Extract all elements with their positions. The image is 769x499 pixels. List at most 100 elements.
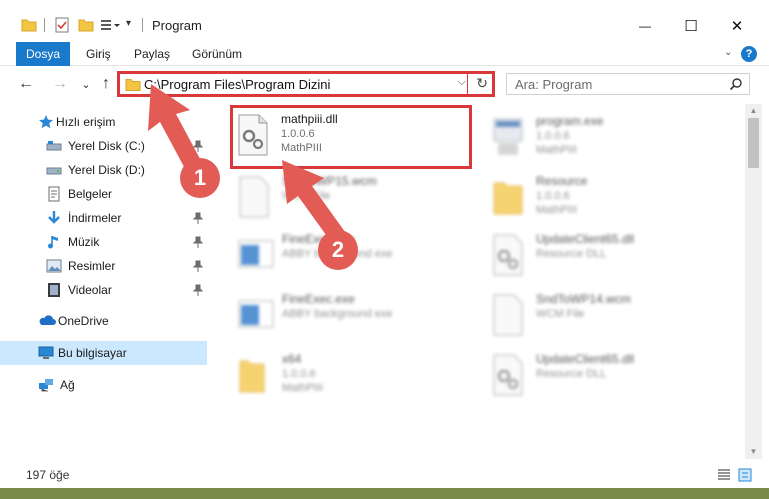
computer-icon — [38, 346, 54, 359]
search-box[interactable]: Ara: Program — [506, 73, 750, 95]
close-icon: ✕ — [730, 18, 744, 35]
sidebar-item-downloads[interactable]: İndirmeler — [0, 206, 207, 230]
sidebar-item-label: Yerel Disk (D:) — [68, 163, 145, 177]
file-type: WCM File — [536, 308, 585, 320]
pin-icon[interactable] — [193, 140, 203, 152]
dll-gear-icon — [493, 354, 523, 396]
sidebar-item-pictures[interactable]: Resimler — [0, 254, 207, 278]
sidebar-item-label: Videolar — [68, 283, 112, 297]
sidebar-item-music[interactable]: Müzik — [0, 230, 207, 254]
folder-icon — [21, 19, 37, 32]
file-tile-mathpiii-dll[interactable]: mathpiii.dll 1.0.0.6 MathPIII — [230, 105, 472, 169]
scroll-up-icon[interactable]: ▲ — [749, 106, 758, 116]
music-icon — [48, 236, 58, 249]
close-button[interactable]: ✕ — [714, 12, 760, 40]
pin-icon[interactable] — [193, 260, 203, 272]
vertical-scrollbar[interactable]: ▲ ▼ — [745, 104, 762, 459]
qa-dropdown-icon[interactable]: ▾ — [126, 18, 131, 29]
qa-separator — [44, 18, 45, 32]
file-tile-sndtowp15[interactable]: SndToWP15.wcm WCM File — [234, 170, 464, 228]
tab-share[interactable]: Paylaş — [124, 42, 180, 66]
videos-icon — [48, 283, 60, 297]
customize-toolbar-icon[interactable] — [100, 19, 120, 33]
up-button[interactable]: ↑ — [96, 74, 116, 94]
recent-locations-button[interactable]: ⌄ — [76, 74, 96, 94]
file-name: program.exe — [536, 114, 604, 128]
file-tile-updateclient65-2[interactable]: UpdateClient65.dll Resource DLL — [488, 348, 718, 406]
folder-tile-resource[interactable]: Resource 1.0.0.6 MathPIII — [488, 170, 718, 228]
scroll-down-icon[interactable]: ▼ — [749, 447, 758, 457]
address-dropdown-icon[interactable]: ⌵ — [458, 76, 466, 89]
file-name: FineExec.exe — [282, 292, 355, 306]
tab-view[interactable]: Görünüm — [182, 42, 252, 66]
sidebar-item-label: Ağ — [60, 378, 75, 392]
sidebar-item-label: Hızlı erişim — [56, 115, 116, 129]
sidebar-item-quick-access[interactable]: Hızlı erişim — [0, 110, 207, 134]
sidebar-item-local-disk-c[interactable]: Yerel Disk (C:) — [0, 134, 207, 158]
pin-icon[interactable] — [193, 236, 203, 248]
help-button[interactable]: ? — [741, 46, 757, 62]
file-tile-program-exe[interactable]: program.exe 1.0.0.6 MathPIII — [488, 110, 718, 168]
cloud-icon — [39, 315, 56, 325]
file-name: x64 — [282, 352, 302, 366]
refresh-icon[interactable]: ↻ — [476, 75, 488, 92]
file-icon — [493, 294, 523, 336]
ribbon-expand-icon[interactable]: ⌄ — [724, 47, 732, 58]
file-description: MathPIII — [281, 142, 322, 154]
download-icon — [48, 211, 60, 224]
file-icon — [239, 176, 269, 218]
properties-icon[interactable] — [54, 17, 70, 33]
folder-tile-x64[interactable]: x64 1.0.0.6 MathPIII — [234, 348, 464, 406]
file-list: mathpiii.dll 1.0.0.6 MathPIII program.ex… — [210, 104, 745, 459]
item-count: 197 öğe — [26, 468, 70, 482]
status-bar: 197 öğe — [0, 462, 769, 488]
sidebar-item-documents[interactable]: Belgeler — [0, 182, 207, 206]
scrollbar-thumb[interactable] — [748, 118, 759, 168]
documents-icon — [48, 186, 60, 202]
maximize-icon: ☐ — [684, 18, 698, 35]
file-version: 1.0.0.6 — [536, 130, 570, 142]
folder-icon — [493, 182, 523, 215]
network-icon — [39, 379, 53, 392]
address-bar[interactable]: C:\Program Files\Program Dizini ⌵ ↻ — [117, 71, 495, 97]
explorer-window: ▾ Program — ☐ ✕ Dosya Giriş Paylaş Görün… — [0, 0, 769, 499]
sidebar-item-label: Belgeler — [68, 187, 113, 201]
tab-file[interactable]: Dosya — [16, 42, 70, 66]
file-name: UpdateClient65.dll — [536, 232, 635, 246]
forward-button[interactable]: → — [50, 74, 70, 94]
file-tile-updateclient65-1[interactable]: UpdateClient65.dll Resource DLL — [488, 228, 718, 286]
forward-arrow-icon: → — [52, 75, 68, 92]
sidebar-item-onedrive[interactable]: OneDrive — [0, 309, 207, 333]
details-view-icon[interactable] — [717, 468, 731, 482]
file-tile-sndtowp14[interactable]: SndToWP14.wcm WCM File — [488, 288, 718, 346]
drive-icon — [46, 141, 62, 151]
file-version: 1.0.0.6 — [282, 368, 316, 380]
sidebar-item-videos[interactable]: Videolar — [0, 278, 207, 302]
navigation-pane: Hızlı erişim Yerel Disk (C:) Yerel Disk … — [0, 104, 210, 459]
tab-home[interactable]: Giriş — [76, 42, 121, 66]
sidebar-item-label: İndirmeler — [68, 211, 122, 225]
file-name: Resource — [536, 174, 588, 188]
pin-icon[interactable] — [193, 212, 203, 224]
sidebar-item-this-pc[interactable]: Bu bilgisayar — [0, 341, 207, 365]
address-path[interactable]: C:\Program Files\Program Dizini — [144, 77, 330, 92]
sidebar-item-label: OneDrive — [58, 314, 109, 328]
file-description: MathPIII — [282, 382, 323, 394]
drive-icon — [46, 167, 62, 175]
pin-icon[interactable] — [193, 284, 203, 296]
minimize-button[interactable]: — — [622, 12, 668, 40]
file-version: 1.0.0.6 — [281, 128, 315, 140]
back-button[interactable]: ← — [16, 74, 36, 94]
sidebar-item-local-disk-d[interactable]: Yerel Disk (D:) — [0, 158, 207, 182]
step-badge-1: 1 — [180, 158, 220, 198]
exe-icon — [493, 118, 523, 155]
sidebar-item-label: Bu bilgisayar — [58, 346, 127, 360]
desktop-background — [0, 488, 769, 499]
new-folder-icon[interactable] — [78, 18, 94, 32]
ribbon-tabs: Dosya Giriş Paylaş Görünüm ⌄ ? — [0, 42, 769, 66]
file-tile-fineexec-2[interactable]: FineExec.exe ABBY background exe — [234, 288, 464, 346]
tiles-view-icon[interactable] — [738, 468, 752, 482]
search-input[interactable]: Ara: Program — [515, 77, 592, 92]
maximize-button[interactable]: ☐ — [668, 12, 714, 40]
sidebar-item-network[interactable]: Ağ — [0, 373, 207, 397]
